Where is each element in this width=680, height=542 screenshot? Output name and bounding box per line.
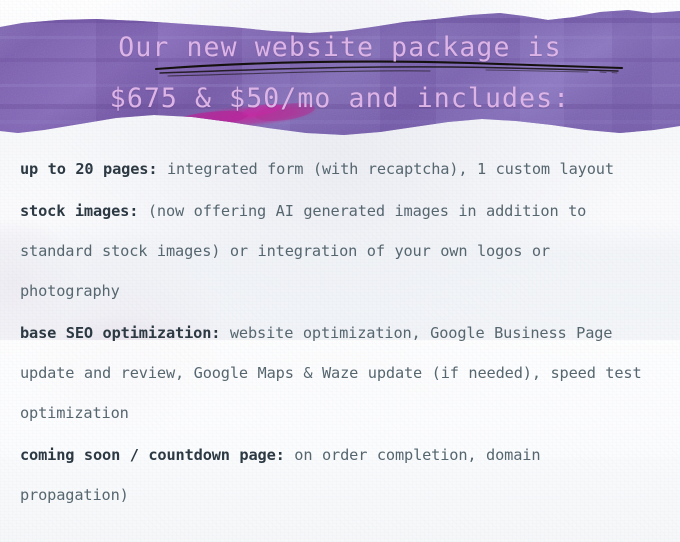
feature-lead: stock images:: [20, 202, 139, 220]
feature-item-stock-images: stock images: (now offering AI generated…: [0, 191, 680, 311]
feature-list: up to 20 pages: integrated form (with re…: [0, 143, 680, 515]
feature-detail: integrated form (with recaptcha), 1 cust…: [157, 160, 614, 178]
feature-item-pages: up to 20 pages: integrated form (with re…: [0, 149, 680, 189]
feature-text: base SEO optimization: website optimizat…: [20, 313, 658, 433]
feature-text: coming soon / countdown page: on order c…: [20, 435, 658, 515]
feature-lead: coming soon / countdown page:: [20, 446, 285, 464]
purple-brushstroke-banner: [0, 0, 680, 145]
feature-text: up to 20 pages: integrated form (with re…: [20, 149, 658, 189]
feature-item-seo: base SEO optimization: website optimizat…: [0, 313, 680, 433]
banner-artwork: [0, 10, 680, 135]
feature-item-coming-soon: coming soon / countdown page: on order c…: [0, 435, 680, 515]
banner-body: [0, 10, 680, 135]
feature-lead: up to 20 pages:: [20, 160, 158, 178]
feature-text: stock images: (now offering AI generated…: [20, 191, 658, 311]
feature-lead: base SEO optimization:: [20, 324, 221, 342]
